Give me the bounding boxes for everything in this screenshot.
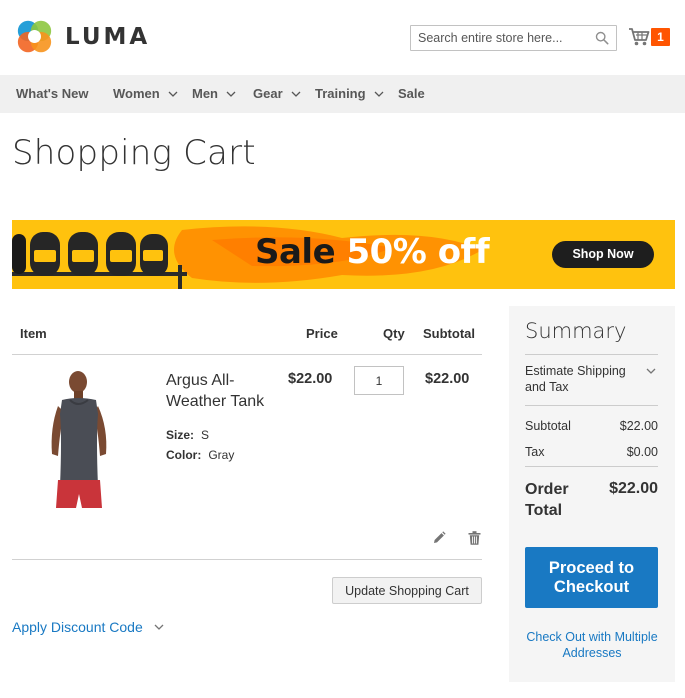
nav-item-label: Sale <box>398 86 425 101</box>
table-divider <box>12 354 482 355</box>
nav-item-label: Women <box>113 86 160 101</box>
nav-item-whats-new[interactable]: What's New <box>16 75 88 113</box>
summary-title: Summary <box>525 319 627 343</box>
column-header-subtotal: Subtotal <box>423 326 475 341</box>
edit-icon[interactable] <box>432 531 446 545</box>
option-value: Gray <box>208 448 235 462</box>
logo-text: LUMA <box>65 23 151 50</box>
subtotal-label: Subtotal <box>525 419 571 433</box>
column-header-item: Item <box>20 326 47 341</box>
tax-value: $0.00 <box>626 445 658 459</box>
nav-item-label: Men <box>192 86 218 101</box>
summary-divider <box>525 466 658 467</box>
column-header-qty: Qty <box>383 326 405 341</box>
search-icon[interactable] <box>595 31 609 45</box>
apply-discount-code-toggle[interactable]: Apply Discount Code <box>12 619 164 635</box>
luma-logo-icon <box>17 20 52 53</box>
summary-divider <box>525 354 658 355</box>
summary-divider <box>525 405 658 406</box>
chevron-down-icon <box>646 368 656 374</box>
banner-headline-part1: Sale <box>255 232 347 272</box>
order-total-value: $22.00 <box>609 480 658 497</box>
dumbbells-image <box>12 232 168 276</box>
estimate-shipping-label: Estimate Shipping and Tax <box>525 364 626 394</box>
update-shopping-cart-button[interactable]: Update Shopping Cart <box>332 577 482 604</box>
option-label: Size: <box>166 428 195 442</box>
page-title: Shopping Cart <box>12 133 256 173</box>
search-input[interactable] <box>411 26 586 50</box>
product-name-link[interactable]: Argus All-Weather Tank <box>166 370 276 412</box>
column-header-price: Price <box>306 326 338 341</box>
banner-headline-part2: 50% off <box>346 232 490 272</box>
chevron-down-icon <box>226 91 236 97</box>
chevron-down-icon <box>168 91 178 97</box>
search-box <box>410 25 617 51</box>
quantity-input[interactable] <box>354 366 404 395</box>
cart-count-badge[interactable]: 1 <box>651 28 670 46</box>
nav-item-label: Gear <box>253 86 283 101</box>
subtotal-value: $22.00 <box>619 419 658 433</box>
order-summary: Summary Estimate Shipping and Tax Subtot… <box>509 306 675 682</box>
product-option-color: Color: Gray <box>166 448 234 462</box>
sale-banner[interactable]: Sale 50% off Shop Now <box>12 220 675 289</box>
apply-discount-code-label: Apply Discount Code <box>12 619 143 635</box>
proceed-to-checkout-button[interactable]: Proceed to Checkout <box>525 547 658 608</box>
nav-item-women[interactable]: Women <box>113 75 178 113</box>
chevron-down-icon <box>154 624 164 630</box>
chevron-down-icon <box>374 91 384 97</box>
tax-label: Tax <box>525 445 545 459</box>
nav-item-men[interactable]: Men <box>192 75 236 113</box>
nav-item-training[interactable]: Training <box>315 75 384 113</box>
product-option-size: Size: S <box>166 428 209 442</box>
order-total-label: Order Total <box>525 481 569 519</box>
table-divider <box>12 559 482 560</box>
banner-headline: Sale 50% off <box>255 232 490 272</box>
nav-item-gear[interactable]: Gear <box>253 75 301 113</box>
luma-logo[interactable]: LUMA <box>16 18 150 55</box>
shop-now-button[interactable]: Shop Now <box>552 241 654 268</box>
option-label: Color: <box>166 448 202 462</box>
main-navigation: What's New Women Men Gear Training Sale <box>0 75 685 113</box>
trash-icon[interactable] <box>468 531 481 545</box>
option-value: S <box>201 428 210 442</box>
product-image[interactable] <box>30 368 130 510</box>
nav-item-label: Training <box>315 86 366 101</box>
item-price: $22.00 <box>288 371 333 387</box>
nav-item-label: What's New <box>16 86 89 101</box>
multi-address-checkout-link[interactable]: Check Out with Multiple Addresses <box>521 629 663 661</box>
chevron-down-icon <box>291 91 301 97</box>
cart-icon[interactable] <box>628 27 650 47</box>
site-header: LUMA 1 <box>0 0 685 75</box>
item-subtotal: $22.00 <box>425 371 470 387</box>
nav-item-sale[interactable]: Sale <box>398 75 425 113</box>
estimate-shipping-toggle[interactable]: Estimate Shipping and Tax <box>525 363 658 395</box>
